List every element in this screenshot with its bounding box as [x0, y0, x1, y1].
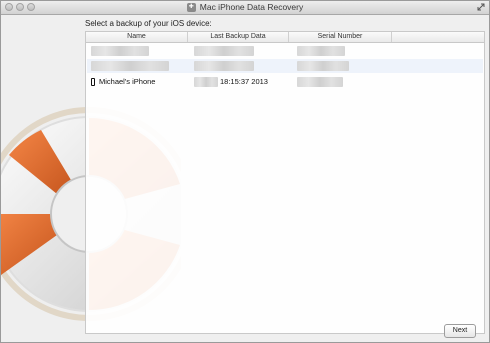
column-header-spacer — [392, 32, 484, 42]
column-header-last-backup[interactable]: Last Backup Data — [188, 32, 289, 42]
window-title: Mac iPhone Data Recovery — [199, 2, 304, 12]
cell-name: Michael's iPhone — [91, 75, 187, 89]
fullscreen-icon[interactable] — [477, 3, 485, 11]
table-header: Name Last Backup Data Serial Number — [86, 32, 484, 43]
phone-icon — [91, 78, 95, 86]
window-title-group: ✚ Mac iPhone Data Recovery — [1, 1, 489, 14]
cell-name — [91, 44, 187, 58]
backup-table[interactable]: Name Last Backup Data Serial Number Mich… — [85, 31, 485, 334]
redacted-serial — [297, 46, 345, 56]
cell-date — [194, 59, 290, 73]
redacted-name — [91, 61, 169, 71]
redacted-date — [194, 61, 254, 71]
app-icon: ✚ — [186, 3, 196, 12]
backup-prompt: Select a backup of your iOS device: — [85, 19, 212, 28]
table-row[interactable]: Michael's iPhone 18:15:37 2013 — [87, 75, 483, 89]
cell-serial — [297, 44, 393, 58]
column-header-serial[interactable]: Serial Number — [289, 32, 392, 42]
table-row[interactable] — [87, 59, 483, 73]
cell-date: 18:15:37 2013 — [194, 75, 290, 89]
cell-date — [194, 44, 290, 58]
column-header-name[interactable]: Name — [86, 32, 188, 42]
redacted-serial — [297, 61, 349, 71]
redacted-date — [194, 46, 254, 56]
main-content: Select a backup of your iOS device: Name… — [1, 15, 489, 342]
title-bar[interactable]: ✚ Mac iPhone Data Recovery — [1, 1, 489, 15]
cell-serial — [297, 75, 393, 89]
cell-serial — [297, 59, 393, 73]
cell-name — [91, 59, 187, 73]
table-row[interactable] — [87, 44, 483, 58]
app-window: ✚ Mac iPhone Data Recovery Select a back… — [0, 0, 490, 343]
redacted-name — [91, 46, 149, 56]
redacted-serial — [297, 77, 343, 87]
redacted-date — [194, 77, 218, 87]
next-button[interactable]: Next — [444, 324, 476, 338]
